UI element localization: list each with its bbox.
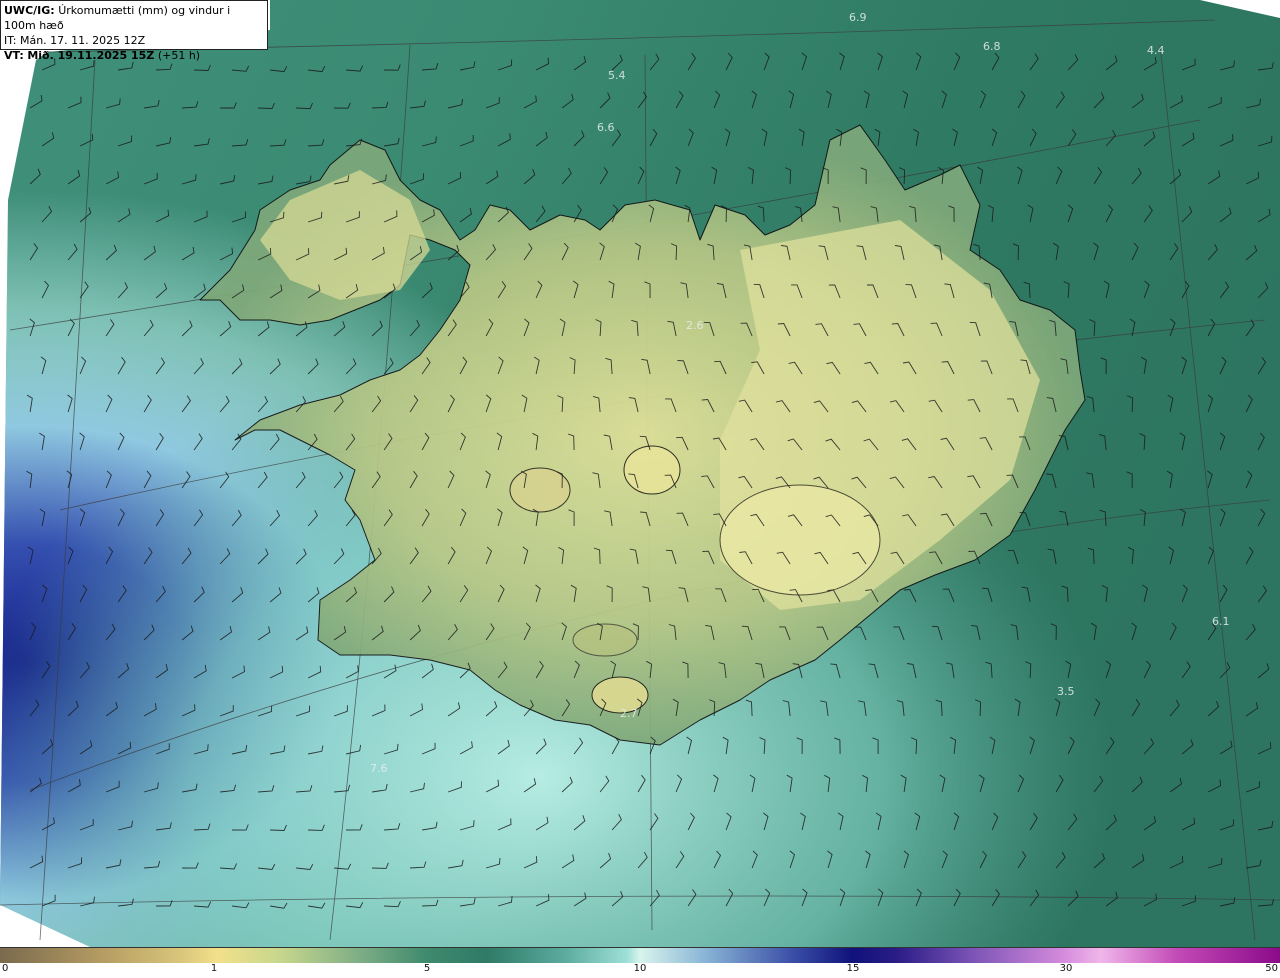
point-value: 2.6 xyxy=(686,319,704,332)
initial-time: IT: Mán. 17. 11. 2025 12Z xyxy=(4,34,146,47)
point-value: 6.6 xyxy=(597,121,615,134)
colorbar-tick: 10 xyxy=(633,963,647,974)
lead-time: (+51 h) xyxy=(157,49,201,62)
colorbar-tick: 5 xyxy=(423,963,431,974)
model-name: UWC/IG: xyxy=(4,4,55,17)
forecast-map[interactable]: 6.9 6.8 4.4 5.4 6.6 2.6 6.1 3.5 2.7 7.6 xyxy=(0,0,1280,947)
colorbar-tick: 0 xyxy=(2,963,9,974)
point-value: 3.5 xyxy=(1057,685,1075,698)
colorbar-tick: 30 xyxy=(1059,963,1073,974)
point-value: 2.7 xyxy=(620,707,638,720)
colorbar-tick: 15 xyxy=(846,963,860,974)
valid-label: VT: xyxy=(4,49,24,62)
colorbar-ticks: 0 1 5 10 15 30 50 xyxy=(0,963,1280,978)
point-value: 6.8 xyxy=(983,40,1001,53)
title-line: UWC/IG: Úrkomumætti (mm) og vindur i 100… xyxy=(4,3,264,33)
colorbar-tick: 50 xyxy=(1265,963,1278,974)
map-header: UWC/IG: Úrkomumætti (mm) og vindur i 100… xyxy=(0,0,268,62)
colorbar xyxy=(0,947,1280,963)
valid-time: Mið. 19.11.2025 15Z xyxy=(27,49,155,62)
point-value: 5.4 xyxy=(608,69,626,82)
point-value: 6.1 xyxy=(1212,615,1230,628)
point-value: 4.4 xyxy=(1147,44,1165,57)
colorbar-tick: 1 xyxy=(210,963,218,974)
point-value: 6.9 xyxy=(849,11,867,24)
valid-time-line: VT: Mið. 19.11.2025 15Z (+51 h) xyxy=(4,48,264,63)
point-value: 7.6 xyxy=(370,762,388,775)
